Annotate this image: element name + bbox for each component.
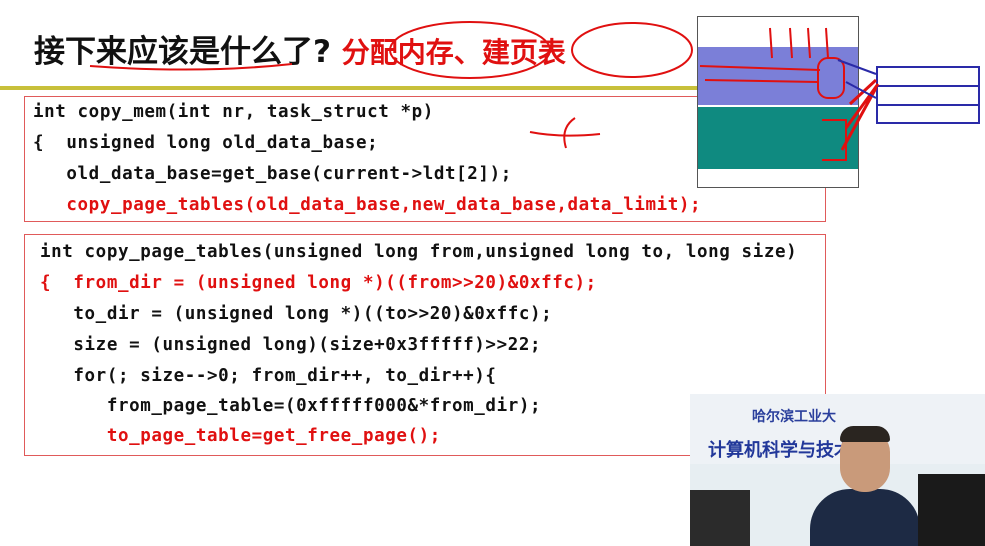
circle-annotation-pagetable — [571, 22, 693, 78]
video-monitor-left — [690, 490, 750, 546]
bracket-annotation — [822, 119, 847, 161]
hatch-annotation — [769, 27, 829, 59]
video-instructor-body — [810, 489, 920, 546]
instructor-video: 哈尔滨工业大 计算机科学与技术学院 — [690, 394, 985, 546]
scribble-annotation — [529, 117, 601, 149]
video-instructor-hair — [840, 426, 890, 442]
video-monitor-right — [918, 474, 985, 546]
video-banner-university: 哈尔滨工业大 — [752, 409, 836, 425]
circle-annotation-alloc — [389, 21, 551, 79]
box-annotation — [817, 57, 845, 99]
underline-annotation — [89, 63, 293, 71]
line-annotation — [699, 65, 821, 83]
